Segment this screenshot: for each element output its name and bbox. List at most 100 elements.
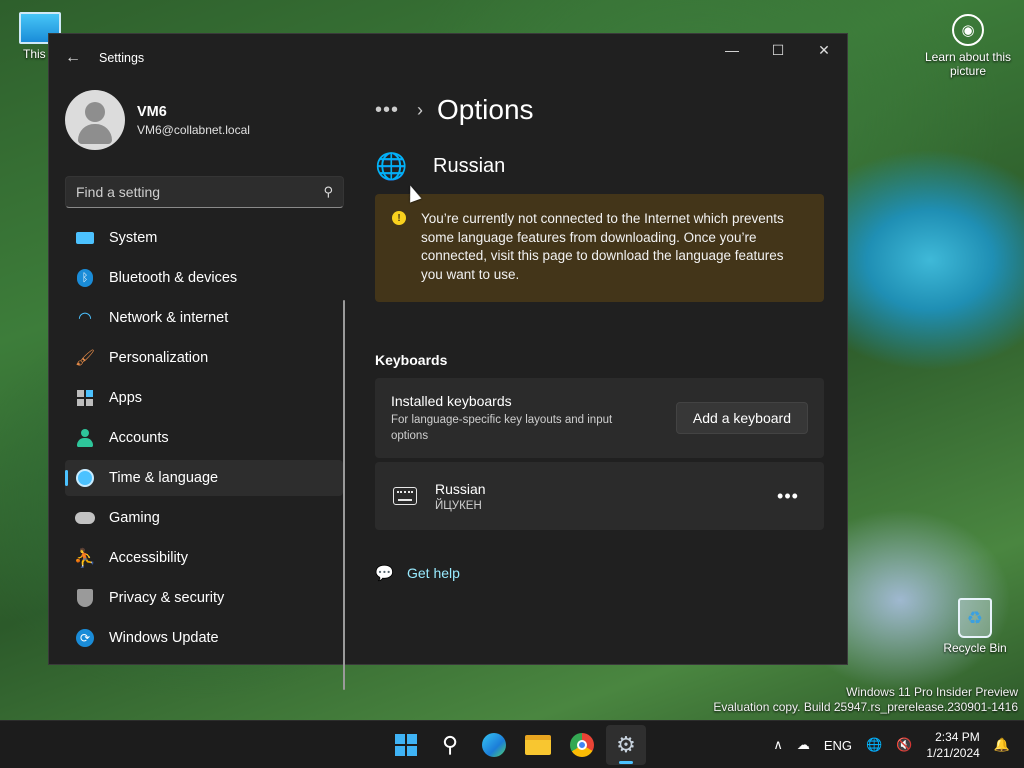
learn-about-picture-label: Learn about this picture	[924, 50, 1012, 78]
profile-email: VM6@collabnet.local	[137, 122, 250, 137]
main-content: ••• › Options 🌐 Russian ! You’re current…	[375, 82, 824, 664]
sidebar-item-label: Bluetooth & devices	[109, 270, 238, 286]
sidebar-item-label: Windows Update	[109, 630, 219, 646]
taskbar-apps: ⚲ ⚙	[386, 725, 650, 765]
keyboard-icon	[393, 487, 417, 505]
taskbar: ⚲ ⚙ ∧ ☁ ENG 🌐 🔇 2:34 PM 1/21/2024 🔔	[0, 720, 1024, 768]
back-button[interactable]: ←	[51, 42, 95, 74]
edge-icon	[482, 733, 506, 757]
sidebar-item-gaming[interactable]: Gaming	[65, 500, 343, 536]
sidebar-item-apps[interactable]: Apps	[65, 380, 343, 416]
page-title: Options	[437, 94, 534, 125]
warning-icon: !	[392, 211, 406, 225]
system-tray: ∧ ☁ ENG 🌐 🔇 2:34 PM 1/21/2024 🔔	[773, 721, 1024, 768]
warning-text: You’re currently not connected to the In…	[421, 211, 784, 282]
installed-keyboards-title: Installed keyboards	[391, 392, 512, 409]
help-icon: 💬	[375, 565, 394, 582]
accessibility-icon: ⛹	[73, 547, 97, 568]
sidebar-item-windows-update[interactable]: ⟳ Windows Update	[65, 620, 343, 656]
recycle-bin-icon: ♻	[958, 598, 992, 638]
brush-icon: 🖌	[74, 350, 96, 367]
network-icon[interactable]: 🌐	[866, 737, 882, 753]
search-input[interactable]: Find a setting ⚲	[65, 176, 344, 208]
camera-icon: ◉	[952, 14, 984, 46]
clock-time: 2:34 PM	[935, 730, 980, 744]
sidebar-scrollbar[interactable]	[343, 300, 345, 690]
sidebar-item-label: Time & language	[109, 470, 219, 486]
sidebar-item-system[interactable]: System	[65, 220, 343, 256]
file-explorer-button[interactable]	[518, 725, 558, 765]
search-icon: ⚲	[323, 184, 333, 199]
edge-button[interactable]	[474, 725, 514, 765]
sidebar-item-label: Gaming	[109, 510, 160, 526]
recycle-bin-label: Recycle Bin	[943, 641, 1007, 655]
sidebar-item-accessibility[interactable]: ⛹ Accessibility	[65, 540, 343, 576]
sidebar-item-accounts[interactable]: Accounts	[65, 420, 343, 456]
sidebar-item-bluetooth[interactable]: ᛒ Bluetooth & devices	[65, 260, 343, 296]
sidebar-item-label: Apps	[109, 390, 143, 406]
minimize-button[interactable]: —	[709, 34, 755, 66]
language-name: Russian	[433, 154, 506, 177]
notification-bell-icon[interactable]: 🔔	[994, 737, 1010, 753]
sidebar-item-privacy[interactable]: Privacy & security	[65, 580, 343, 616]
language-indicator[interactable]: ENG	[824, 738, 852, 753]
keyboard-more-options-button[interactable]: •••	[774, 486, 802, 507]
nav-list: System ᛒ Bluetooth & devices ◠ Network &…	[49, 220, 354, 656]
title-bar[interactable]: ← Settings — ☐ ✕	[49, 34, 847, 82]
get-help-link[interactable]: Get help	[407, 565, 460, 581]
update-icon: ⟳	[75, 628, 95, 648]
clock-date: 1/21/2024	[926, 746, 980, 760]
window-controls: — ☐ ✕	[709, 34, 847, 66]
chrome-icon	[570, 733, 594, 757]
clock[interactable]: 2:34 PM 1/21/2024	[926, 729, 979, 761]
breadcrumb-more-button[interactable]: •••	[375, 99, 399, 122]
window-title: Settings	[99, 51, 145, 65]
sidebar-item-label: Personalization	[109, 350, 209, 366]
installed-keyboards-card: Installed keyboards For language-specifi…	[375, 378, 824, 458]
volume-muted-icon[interactable]: 🔇	[896, 737, 912, 753]
evaluation-watermark: Windows 11 Pro Insider Preview Evaluatio…	[713, 685, 1018, 715]
onedrive-icon[interactable]: ☁	[797, 737, 810, 753]
search-button[interactable]: ⚲	[430, 725, 470, 765]
close-button[interactable]: ✕	[801, 34, 847, 66]
search-placeholder: Find a setting	[76, 184, 161, 200]
maximize-button[interactable]: ☐	[755, 34, 801, 66]
desktop-icon-recycle-bin[interactable]: ♻ Recycle Bin	[935, 598, 1015, 655]
profile-name: VM6	[137, 103, 167, 120]
sidebar-item-time-language[interactable]: Time & language	[65, 460, 343, 496]
language-header: 🌐 Russian	[375, 146, 822, 186]
sidebar: VM6 VM6@collabnet.local Find a setting ⚲…	[49, 82, 354, 690]
keyboard-item-russian: Russian ЙЦУКЕН •••	[375, 462, 824, 530]
learn-about-picture[interactable]: ◉ Learn about this picture	[922, 14, 1014, 78]
back-arrow-icon: ←	[65, 49, 81, 66]
time-language-icon	[75, 468, 95, 488]
gear-icon: ⚙	[616, 732, 636, 757]
bluetooth-icon: ᛒ	[75, 268, 95, 288]
sidebar-item-label: Privacy & security	[109, 590, 225, 606]
sidebar-item-network[interactable]: ◠ Network & internet	[65, 300, 343, 336]
add-keyboard-button[interactable]: Add a keyboard	[675, 402, 808, 434]
accounts-icon	[75, 428, 95, 448]
keyboard-name: Russian	[435, 480, 486, 497]
chevron-up-icon[interactable]: ∧	[773, 737, 783, 753]
get-help-row[interactable]: 💬 Get help	[375, 564, 822, 582]
chevron-right-icon: ›	[417, 99, 424, 120]
system-icon	[75, 228, 95, 248]
shield-icon	[75, 588, 95, 608]
settings-taskbar-button[interactable]: ⚙	[606, 725, 646, 765]
gaming-icon	[75, 508, 95, 528]
breadcrumb: ••• › Options	[375, 82, 822, 138]
apps-icon	[75, 388, 95, 408]
start-button[interactable]	[386, 725, 426, 765]
offline-warning-banner: ! You’re currently not connected to the …	[375, 194, 824, 302]
sidebar-item-label: System	[109, 230, 158, 246]
sidebar-item-label: Accessibility	[109, 550, 188, 566]
sidebar-item-personalization[interactable]: 🖌 Personalization	[65, 340, 343, 376]
folder-icon	[525, 735, 551, 755]
chrome-button[interactable]	[562, 725, 602, 765]
keyboards-section-title: Keyboards	[375, 352, 448, 368]
user-profile[interactable]: VM6 VM6@collabnet.local	[49, 82, 354, 158]
avatar	[65, 90, 125, 150]
settings-window: ← Settings — ☐ ✕ VM6 VM6@collabnet.local…	[48, 33, 848, 690]
watermark-edition: Windows 11 Pro Insider Preview	[846, 685, 1018, 699]
